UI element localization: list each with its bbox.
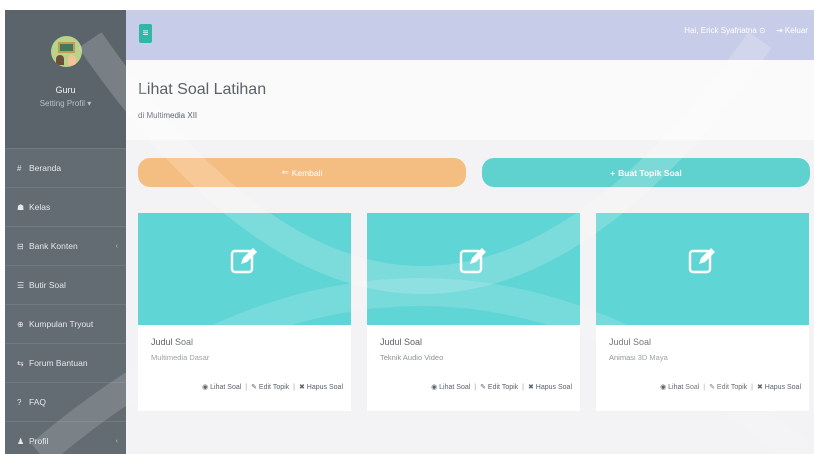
sidebar-item-label: Butir Soal: [29, 280, 66, 290]
arrow-left-icon: ⇐: [281, 167, 289, 177]
edit-square-icon: [688, 248, 715, 274]
topic-card: Judul Soal Teknik Audio Video ◉ Lihat So…: [367, 213, 580, 411]
edit-topik-link[interactable]: ✎ Edit Topik: [251, 383, 289, 391]
separator: |: [751, 383, 753, 391]
stack-icon: ⊟: [17, 241, 24, 251]
card-actions: ◉ Lihat Soal | ✎ Edit Topik | ✖ Hapus So…: [202, 383, 343, 392]
edit-square-icon: [459, 248, 486, 274]
separator: |: [522, 383, 524, 391]
sidebar-menu: # Beranda ☗ Kelas ⊟ Bank Konten ‹ ☰ Buti…: [5, 148, 126, 454]
card-subtitle: Teknik Audio Video: [380, 353, 444, 362]
new-topic-button[interactable]: + Buat Topik Soal: [482, 158, 810, 187]
sidebar-item-forum-bantuan[interactable]: ⇆ Forum Bantuan: [5, 343, 126, 382]
layers-icon: ⊕: [17, 319, 24, 329]
separator: |: [245, 383, 248, 391]
edit-topik-link[interactable]: ✎ Edit Topik: [709, 383, 747, 391]
card-actions: ◉ Lihat Soal | ✎ Edit Topik | ✖ Hapus So…: [660, 383, 801, 392]
avatar-board-icon: [58, 42, 75, 53]
sidebar-item-label: Beranda: [29, 163, 62, 173]
question-icon: ?: [17, 397, 22, 407]
hapus-soal-link[interactable]: ✖ Hapus Soal: [757, 383, 801, 391]
card-image: [596, 213, 809, 325]
sidebar-item-faq[interactable]: ? FAQ: [5, 382, 126, 421]
user-icon: ♟: [17, 436, 25, 446]
card-title: Judul Soal: [609, 337, 652, 347]
sidebar-item-label: Forum Bantuan: [29, 358, 88, 368]
chevron-left-icon: ‹: [115, 437, 118, 445]
view-soal-link[interactable]: ◉ Lihat Soal: [202, 383, 241, 391]
sidebar-item-beranda[interactable]: # Beranda: [5, 148, 126, 187]
edit-topik-link[interactable]: ✎ Edit Topik: [480, 383, 518, 391]
view-soal-link[interactable]: ◉ Lihat Soal: [660, 383, 699, 391]
separator: |: [293, 383, 295, 391]
plus-icon: +: [610, 167, 616, 178]
home-icon: #: [17, 163, 22, 173]
graduation-cap-icon: ☗: [17, 202, 25, 212]
profile-panel: Guru Setting Profil ▾: [5, 10, 126, 148]
card-subtitle: Animasi 3D Maya: [609, 353, 668, 362]
back-button-label: Kembali: [291, 167, 323, 178]
sidebar-item-label: Bank Konten: [29, 241, 78, 251]
user-area: Hai, Erick Syafriatna ⊙ ⇥ Keluar: [684, 26, 808, 35]
page-subtitle: di Multimedia XII: [138, 111, 198, 120]
chevron-left-icon: ‹: [115, 242, 118, 250]
card-title: Judul Soal: [380, 337, 423, 347]
card-actions: ◉ Lihat Soal | ✎ Edit Topik | ✖ Hapus So…: [431, 383, 572, 392]
sidebar-item-profil[interactable]: ♟ Profil ‹: [5, 421, 126, 454]
logout-link[interactable]: ⇥ Keluar: [776, 26, 808, 35]
sidebar-item-bank-konten[interactable]: ⊟ Bank Konten ‹: [5, 226, 126, 265]
new-topic-button-label: Buat Topik Soal: [618, 167, 682, 178]
card-image: [138, 213, 351, 325]
card-title: Judul Soal: [151, 337, 194, 347]
sidebar-item-label: Profil: [29, 436, 49, 446]
main-content: ⇐ Kembali + Buat Topik Soal Judul Soal M…: [126, 140, 814, 454]
list-icon: ☰: [17, 280, 25, 290]
sidebar-item-kumpulan-tryout[interactable]: ⊕ Kumpulan Tryout: [5, 304, 126, 343]
sidebar-item-label: FAQ: [29, 397, 47, 407]
separator: |: [703, 383, 706, 391]
app-frame: Guru Setting Profil ▾ # Beranda ☗ Kelas …: [0, 0, 814, 454]
separator: |: [474, 383, 477, 391]
card-image: [367, 213, 580, 325]
sidebar-item-butir-soal[interactable]: ☰ Butir Soal: [5, 265, 126, 304]
back-button[interactable]: ⇐ Kembali: [138, 158, 466, 187]
avatar-person-icon: [56, 55, 64, 65]
setting-profil-link[interactable]: Setting Profil ▾: [5, 99, 126, 108]
top-header: ≡ Hai, Erick Syafriatna ⊙ ⇥ Keluar: [126, 10, 814, 60]
topic-card: Judul Soal Animasi 3D Maya ◉ Lihat Soal …: [596, 213, 809, 411]
avatar[interactable]: [51, 36, 82, 67]
page-title: Lihat Soal Latihan: [138, 81, 267, 98]
topic-card: Judul Soal Multimedia Dasar ◉ Lihat Soal…: [138, 213, 351, 411]
edit-square-icon: [230, 248, 257, 274]
card-subtitle: Multimedia Dasar: [151, 353, 210, 362]
menu-toggle-button[interactable]: ≡: [139, 24, 152, 43]
user-greeting[interactable]: Hai, Erick Syafriatna ⊙: [684, 26, 765, 35]
sidebar-item-kelas[interactable]: ☗ Kelas: [5, 187, 126, 226]
hapus-soal-link[interactable]: ✖ Hapus Soal: [528, 383, 572, 391]
handshake-icon: ⇆: [17, 358, 24, 368]
avatar-person-icon: [68, 55, 76, 65]
sidebar-item-label: Kelas: [29, 202, 51, 212]
profile-name: Guru: [55, 85, 76, 95]
sidebar-item-label: Kumpulan Tryout: [29, 319, 94, 329]
title-band: Lihat Soal Latihan di Multimedia XII: [126, 60, 814, 140]
hapus-soal-link[interactable]: ✖ Hapus Soal: [299, 383, 343, 391]
view-soal-link[interactable]: ◉ Lihat Soal: [431, 383, 470, 391]
sidebar: Guru Setting Profil ▾ # Beranda ☗ Kelas …: [5, 10, 126, 454]
